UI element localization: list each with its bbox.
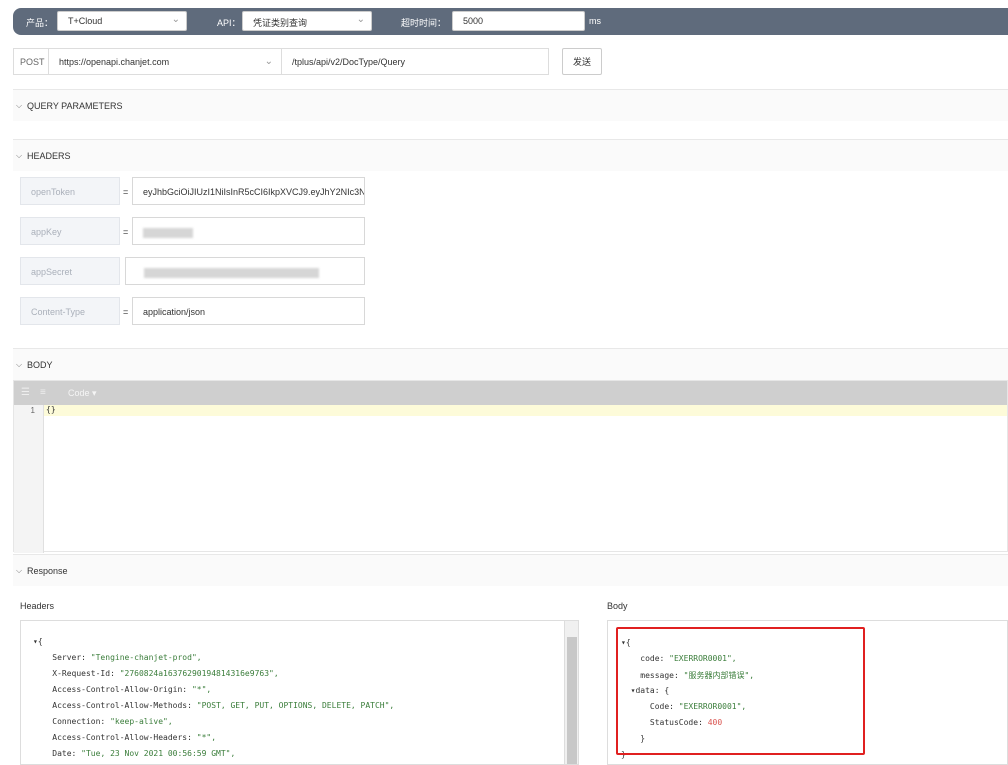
- response-section[interactable]: ⌵ Response: [13, 554, 1008, 586]
- code-key: Connection:: [33, 717, 111, 726]
- header-value-appsecret[interactable]: [125, 257, 365, 285]
- line-number: 1: [30, 406, 35, 415]
- redacted-value: [143, 228, 193, 238]
- body-section[interactable]: ⌵ BODY: [13, 348, 1008, 380]
- section-title: Response: [27, 566, 68, 576]
- code-key: X-Request-Id:: [33, 669, 120, 678]
- line-gutter: 1: [14, 405, 44, 553]
- chevron-down-icon: ⌵: [16, 360, 23, 369]
- code-key: Server:: [33, 653, 91, 662]
- chevron-down-icon: ⌄: [356, 14, 365, 25]
- product-select-value: T+Cloud: [68, 16, 103, 26]
- code-line: X-Request-Id: "2760824a16376290194814316…: [33, 669, 279, 678]
- redacted-value: [144, 268, 319, 278]
- code-key: ▾{: [33, 637, 43, 646]
- code-line: Connection: "keep-alive",: [33, 717, 173, 726]
- query-params-section[interactable]: ⌵ QUERY PARAMETERS: [13, 89, 1008, 121]
- highlight-box: [616, 627, 865, 755]
- timeout-label: 超时时间：: [401, 18, 447, 28]
- mode-select[interactable]: Code ▾: [68, 388, 97, 399]
- path-value: /tplus/api/v2/DocType/Query: [292, 57, 406, 67]
- timeout-input[interactable]: 5000: [452, 11, 585, 31]
- code-line: Date: "Tue, 23 Nov 2021 00:56:59 GMT",: [33, 749, 235, 758]
- section-title: QUERY PARAMETERS: [27, 101, 123, 111]
- scroll-thumb[interactable]: [567, 637, 577, 764]
- api-select-value: 凭证类别查询: [253, 18, 308, 28]
- code-key: Access-Control-Allow-Headers:: [33, 733, 197, 742]
- code-value: "Tengine-chanjet-prod",: [90, 653, 202, 662]
- product-label: 产品：: [26, 18, 54, 28]
- api-label: API：: [217, 18, 241, 28]
- editor-toolbar: ☰ ≡ Code ▾: [14, 381, 1007, 405]
- code-line: ▾{: [33, 637, 43, 646]
- header-value-appkey[interactable]: [132, 217, 365, 245]
- equals-sign: =: [123, 227, 129, 237]
- code-line: Server: "Tengine-chanjet-prod",: [33, 653, 202, 662]
- base-url-select[interactable]: https://openapi.chanjet.com ⌄: [48, 48, 282, 75]
- code-key: Access-Control-Allow-Origin:: [33, 685, 192, 694]
- response-body-label: Body: [607, 601, 628, 611]
- chevron-down-icon: ⌄: [264, 56, 273, 67]
- code-key: Access-Control-Allow-Methods:: [33, 701, 197, 710]
- timeout-unit: ms: [589, 16, 601, 26]
- header-key-appsecret[interactable]: appSecret: [20, 257, 120, 285]
- header-key-opentoken[interactable]: openToken: [20, 177, 120, 205]
- editor-line[interactable]: {}: [44, 405, 1007, 416]
- equals-sign: =: [123, 187, 129, 197]
- base-url-value: https://openapi.chanjet.com: [59, 57, 170, 67]
- section-title: HEADERS: [27, 151, 71, 161]
- chevron-down-icon: ⌵: [16, 151, 23, 160]
- timeout-input-value: 5000: [463, 16, 484, 26]
- product-select[interactable]: T+Cloud ⌄: [57, 11, 187, 31]
- code-value: "POST, GET, PUT, OPTIONS, DELETE, PATCH"…: [196, 701, 395, 710]
- editor-content: {}: [46, 405, 56, 414]
- top-toolbar: 产品： T+Cloud ⌄ API： 凭证类别查询 ⌄ 超时时间： 5000 m…: [13, 8, 1008, 35]
- code-line: Access-Control-Allow-Origin: "*",: [33, 685, 211, 694]
- format-icon[interactable]: ☰: [21, 387, 30, 398]
- header-value-content-type[interactable]: application/json: [132, 297, 365, 325]
- body-editor[interactable]: ☰ ≡ Code ▾ 1 {}: [13, 380, 1008, 553]
- code-value: "2760824a16376290194814316e9763",: [119, 669, 279, 678]
- code-line: Access-Control-Allow-Headers: "*",: [33, 733, 216, 742]
- section-title: BODY: [27, 360, 53, 370]
- path-input[interactable]: /tplus/api/v2/DocType/Query: [281, 48, 549, 75]
- chevron-down-icon: ⌵: [16, 101, 23, 110]
- header-key-appkey[interactable]: appKey: [20, 217, 120, 245]
- compact-icon[interactable]: ≡: [40, 387, 46, 398]
- code-value: "keep-alive",: [110, 717, 173, 726]
- code-value: "*",: [196, 733, 217, 742]
- method-value: POST: [20, 57, 45, 67]
- chevron-down-icon: ⌄: [171, 14, 180, 25]
- headers-section[interactable]: ⌵ HEADERS: [13, 139, 1008, 171]
- code-value: "*",: [191, 685, 212, 694]
- equals-sign: =: [123, 307, 129, 317]
- response-headers-label: Headers: [20, 601, 55, 611]
- chevron-down-icon: ⌵: [16, 566, 23, 575]
- header-value-opentoken[interactable]: eyJhbGciOiJIUzI1NiIsInR5cCI6IkpXVCJ9.eyJ…: [132, 177, 365, 205]
- method-select[interactable]: POST: [13, 48, 49, 75]
- scrollbar[interactable]: [564, 621, 578, 764]
- header-key-content-type[interactable]: Content-Type: [20, 297, 120, 325]
- code-key: Date:: [33, 749, 82, 758]
- api-select[interactable]: 凭证类别查询 ⌄: [242, 11, 372, 31]
- response-headers-panel[interactable]: ▾{ Server: "Tengine-chanjet-prod", X-Req…: [20, 620, 579, 765]
- code-line: Access-Control-Allow-Methods: "POST, GET…: [33, 701, 394, 710]
- send-button[interactable]: 发送: [562, 48, 602, 75]
- code-value: "Tue, 23 Nov 2021 00:56:59 GMT",: [81, 749, 236, 758]
